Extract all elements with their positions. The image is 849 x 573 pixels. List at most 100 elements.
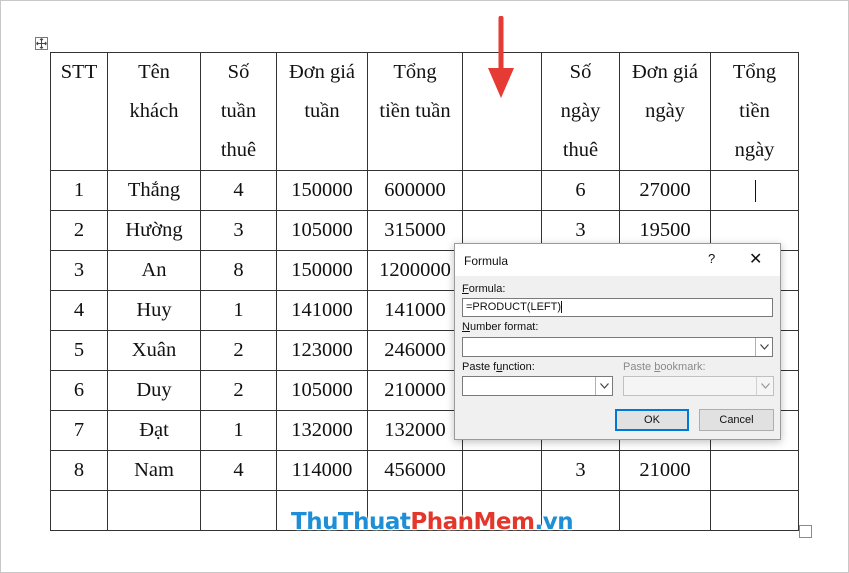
table-cell[interactable] bbox=[619, 490, 711, 531]
paste-function-label: Paste function: bbox=[462, 361, 535, 373]
table-cell[interactable]: 123000 bbox=[276, 330, 368, 371]
header-cell[interactable]: STT bbox=[50, 52, 108, 171]
header-cell[interactable]: Tên khách bbox=[107, 52, 201, 171]
table-cell[interactable]: An bbox=[107, 250, 201, 291]
table-cell[interactable] bbox=[710, 450, 799, 491]
table-cell[interactable]: 132000 bbox=[367, 410, 463, 451]
table-cell[interactable]: 456000 bbox=[367, 450, 463, 491]
header-cell[interactable]: Tổng tiền ngày bbox=[710, 52, 799, 171]
header-cell[interactable]: Số ngày thuê bbox=[541, 52, 620, 171]
table-cell[interactable] bbox=[462, 170, 542, 211]
table-cell[interactable]: 2 bbox=[200, 370, 277, 411]
number-format-value bbox=[463, 338, 466, 350]
cell-text: 1200000 bbox=[379, 259, 451, 281]
help-button[interactable]: ? bbox=[708, 251, 715, 266]
header-cell[interactable]: Đơn giá ngày bbox=[619, 52, 711, 171]
table-cell[interactable]: 7 bbox=[50, 410, 108, 451]
table-cell[interactable]: 4 bbox=[50, 290, 108, 331]
table-cell[interactable]: 210000 bbox=[367, 370, 463, 411]
number-format-label: Number format: bbox=[462, 321, 539, 333]
table-cell[interactable]: 4 bbox=[200, 170, 277, 211]
table-cell[interactable]: 141000 bbox=[367, 290, 463, 331]
table-cell[interactable]: 6 bbox=[50, 370, 108, 411]
table-cell[interactable]: 2 bbox=[200, 330, 277, 371]
site-watermark: ThuThuatPhanMem.vn bbox=[291, 509, 574, 535]
table-cell[interactable] bbox=[107, 490, 201, 531]
header-text: ngày bbox=[560, 100, 601, 122]
cell-text: 4 bbox=[233, 459, 244, 481]
table-cell[interactable]: Xuân bbox=[107, 330, 201, 371]
table-cell[interactable]: 1 bbox=[200, 410, 277, 451]
cell-text: 132000 bbox=[384, 419, 446, 441]
table-cell[interactable]: 132000 bbox=[276, 410, 368, 451]
table-resize-handle[interactable] bbox=[799, 525, 812, 538]
table-cell[interactable]: 6 bbox=[541, 170, 620, 211]
chevron-down-icon[interactable] bbox=[595, 377, 612, 395]
header-text: khách bbox=[129, 100, 179, 122]
header-cell[interactable]: Đơn giá tuần bbox=[276, 52, 368, 171]
table-cell[interactable]: Duy bbox=[107, 370, 201, 411]
chevron-down-icon[interactable] bbox=[755, 338, 772, 356]
table-cell[interactable]: 246000 bbox=[367, 330, 463, 371]
cell-text: 3 bbox=[575, 459, 586, 481]
table-cell[interactable]: 2 bbox=[50, 210, 108, 251]
paste-bookmark-select[interactable] bbox=[623, 376, 774, 396]
cell-text: 6 bbox=[73, 379, 85, 401]
table-cell[interactable]: 4 bbox=[200, 450, 277, 491]
table-cell[interactable]: Nam bbox=[107, 450, 201, 491]
header-cell[interactable]: Tổng tiền tuần bbox=[367, 52, 463, 171]
formula-dialog: Formula ? ✕ Formula: =PRODUCT(LEFT) Numb… bbox=[454, 243, 781, 440]
cell-text: 3 bbox=[575, 219, 586, 241]
cell-text: 2 bbox=[233, 379, 244, 401]
table-cell[interactable]: 8 bbox=[200, 250, 277, 291]
table-cell[interactable]: 1 bbox=[50, 170, 108, 211]
header-text: Đơn giá bbox=[288, 61, 356, 83]
table-cell[interactable]: 141000 bbox=[276, 290, 368, 331]
cell-text: 141000 bbox=[291, 299, 353, 321]
table-move-handle[interactable] bbox=[35, 37, 48, 50]
cell-text: 1 bbox=[73, 179, 85, 201]
cell-text: 141000 bbox=[384, 299, 446, 321]
table-cell[interactable] bbox=[710, 490, 799, 531]
table-cell[interactable]: 5 bbox=[50, 330, 108, 371]
table-cell[interactable]: 3 bbox=[541, 450, 620, 491]
chevron-down-icon[interactable] bbox=[756, 377, 773, 395]
table-cell[interactable]: 105000 bbox=[276, 370, 368, 411]
table-cell[interactable]: 315000 bbox=[367, 210, 463, 251]
table-cell[interactable]: Hường bbox=[107, 210, 201, 251]
table-cell[interactable]: 150000 bbox=[276, 250, 368, 291]
text-caret bbox=[561, 301, 563, 314]
table-cell[interactable]: 1 bbox=[200, 290, 277, 331]
number-format-select[interactable] bbox=[462, 337, 773, 357]
table-cell[interactable]: Thắng bbox=[107, 170, 201, 211]
ok-button[interactable]: OK bbox=[615, 409, 689, 431]
table-cell[interactable]: Huy bbox=[107, 290, 201, 331]
cell-text: Xuân bbox=[131, 339, 177, 361]
cell-text: 21000 bbox=[639, 459, 691, 481]
cell-text: 19500 bbox=[639, 219, 691, 241]
table-cell[interactable]: Đạt bbox=[107, 410, 201, 451]
cell-text: Hường bbox=[125, 219, 183, 241]
table-cell[interactable]: 114000 bbox=[276, 450, 368, 491]
table-cell[interactable]: 1200000 bbox=[367, 250, 463, 291]
table-cell[interactable]: 21000 bbox=[619, 450, 711, 491]
header-cell[interactable]: Số tuần thuê bbox=[200, 52, 277, 171]
table-cell[interactable]: 8 bbox=[50, 450, 108, 491]
down-arrow-icon bbox=[488, 16, 514, 98]
table-cell[interactable] bbox=[710, 170, 799, 211]
table-cell[interactable]: 150000 bbox=[276, 170, 368, 211]
table-cell[interactable]: 600000 bbox=[367, 170, 463, 211]
cell-text: 1 bbox=[233, 299, 244, 321]
dialog-titlebar: Formula ? ✕ bbox=[455, 244, 780, 276]
table-cell[interactable]: 3 bbox=[50, 250, 108, 291]
close-button[interactable]: ✕ bbox=[749, 249, 762, 269]
table-cell[interactable]: 3 bbox=[200, 210, 277, 251]
table-cell[interactable] bbox=[50, 490, 108, 531]
table-cell[interactable]: 27000 bbox=[619, 170, 711, 211]
table-cell[interactable] bbox=[462, 450, 542, 491]
formula-input[interactable]: =PRODUCT(LEFT) bbox=[462, 298, 773, 317]
table-cell[interactable]: 105000 bbox=[276, 210, 368, 251]
cancel-button[interactable]: Cancel bbox=[699, 409, 774, 431]
table-cell[interactable] bbox=[200, 490, 277, 531]
paste-function-select[interactable] bbox=[462, 376, 613, 396]
